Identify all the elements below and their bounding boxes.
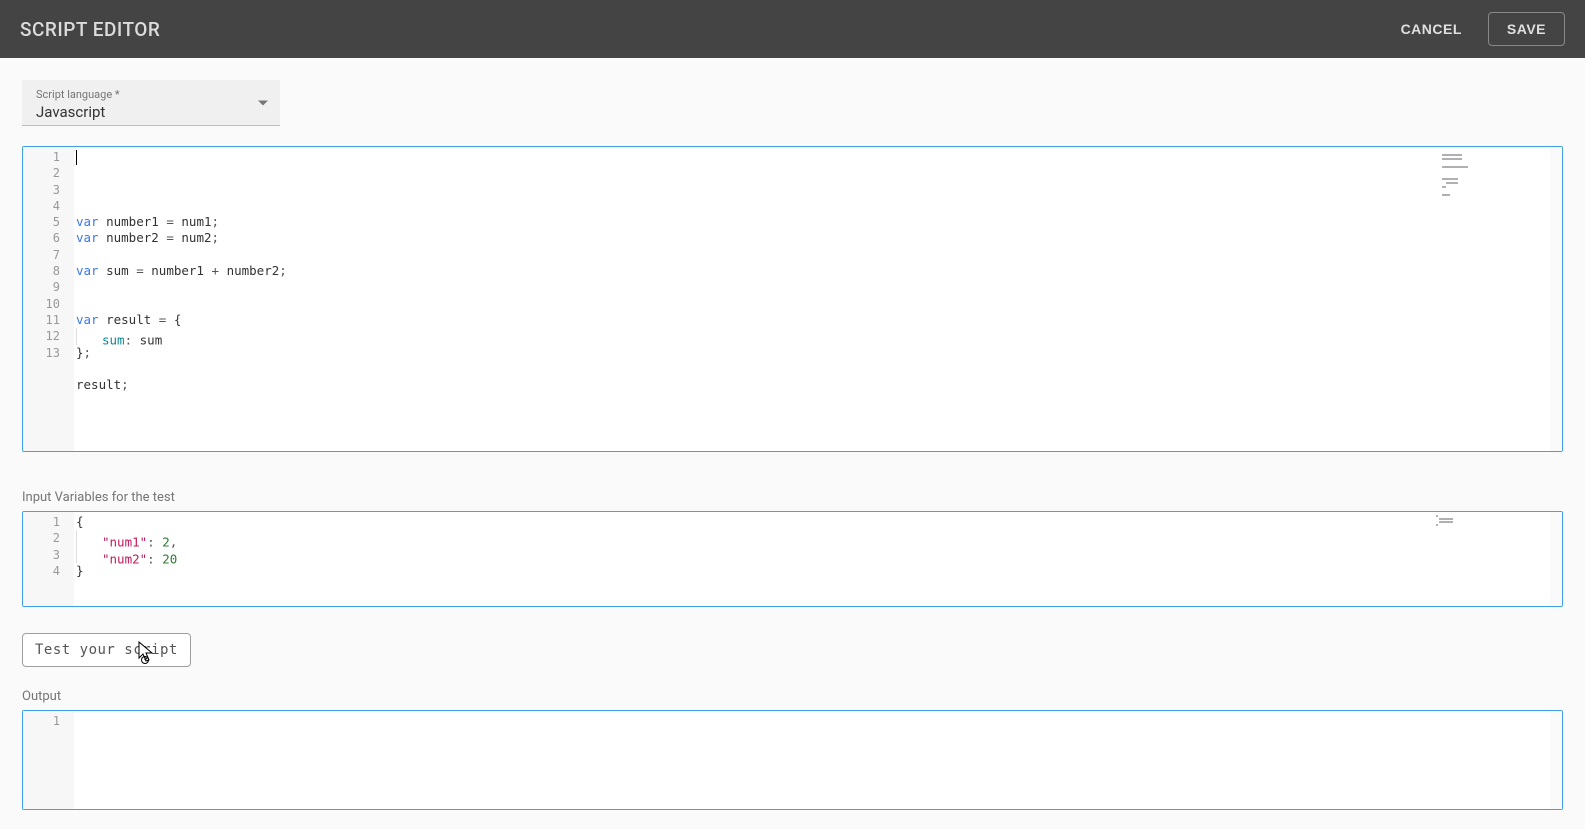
output-editor: 1 bbox=[22, 710, 1563, 810]
test-script-button[interactable]: Test your script bbox=[22, 633, 191, 667]
save-button[interactable]: SAVE bbox=[1488, 12, 1565, 46]
editor-gutter: 1 bbox=[23, 711, 74, 809]
editor-code-area[interactable]: {"num1": 2,"num2": 20} bbox=[74, 512, 1562, 606]
chevron-down-icon bbox=[258, 100, 268, 105]
script-language-label: Script language * bbox=[36, 88, 270, 101]
editor-gutter: 12345678910111213 bbox=[23, 147, 74, 451]
editor-code-area bbox=[74, 711, 1562, 809]
header: SCRIPT EDITOR CANCEL SAVE bbox=[0, 0, 1585, 58]
script-editor[interactable]: 12345678910111213 var number1 = num1;var… bbox=[22, 146, 1563, 452]
editor-scrollbar[interactable] bbox=[1550, 147, 1562, 451]
script-language-select[interactable]: Script language * Javascript bbox=[22, 80, 280, 126]
text-cursor bbox=[76, 150, 77, 165]
editor-scrollbar[interactable] bbox=[1550, 711, 1562, 809]
input-variables-editor[interactable]: 1234 {"num1": 2,"num2": 20} bbox=[22, 511, 1563, 607]
editor-gutter: 1234 bbox=[23, 512, 74, 606]
output-label: Output bbox=[22, 689, 1563, 704]
editor-scrollbar[interactable] bbox=[1550, 512, 1562, 606]
page-title: SCRIPT EDITOR bbox=[20, 18, 1385, 41]
editor-code-area[interactable]: var number1 = num1;var number2 = num2;va… bbox=[74, 147, 1562, 451]
script-language-value: Javascript bbox=[36, 101, 270, 121]
input-variables-label: Input Variables for the test bbox=[22, 490, 1563, 505]
cancel-button[interactable]: CANCEL bbox=[1385, 13, 1478, 45]
